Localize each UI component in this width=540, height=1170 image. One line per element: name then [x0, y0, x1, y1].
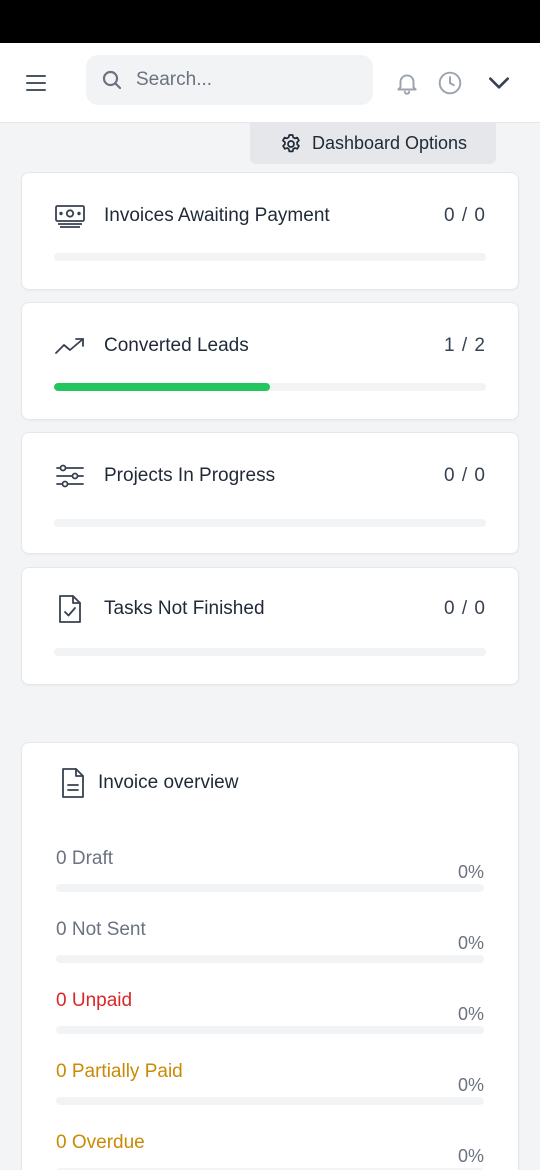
progress-bar	[54, 519, 486, 527]
dashboard-options-button[interactable]: Dashboard Options	[250, 123, 496, 164]
search-box[interactable]	[86, 55, 373, 105]
trending-up-icon	[55, 338, 84, 354]
stat-label: Invoices Awaiting Payment	[104, 205, 330, 226]
progress-bar	[54, 648, 486, 656]
gear-icon	[282, 133, 300, 152]
stat-card-tasks-not-finished[interactable]: Tasks Not Finished 0 / 0	[21, 567, 519, 685]
task-file-icon	[59, 595, 81, 623]
search-icon	[102, 70, 122, 90]
invoice-status-label: 0 Not Sent	[56, 919, 146, 940]
progress-bar	[56, 884, 484, 892]
stat-label: Tasks Not Finished	[104, 598, 265, 619]
chevron-down-icon[interactable]	[486, 70, 512, 96]
menu-icon[interactable]	[26, 69, 54, 97]
sliders-icon	[56, 464, 84, 488]
progress-bar	[54, 253, 486, 261]
invoice-status-not-sent[interactable]: 0 Not Sent 0%	[56, 919, 484, 979]
search-input[interactable]	[136, 69, 346, 91]
stat-value: 0 / 0	[444, 465, 486, 486]
progress-bar	[56, 1026, 484, 1034]
invoice-status-percent: 0%	[457, 1146, 484, 1166]
dashboard-options-label: Dashboard Options	[311, 133, 468, 153]
progress-bar-fill	[54, 383, 270, 391]
stat-value: 1 / 2	[444, 335, 486, 356]
invoice-status-unpaid[interactable]: 0 Unpaid 0%	[56, 990, 484, 1050]
stat-card-projects-in-progress[interactable]: Projects In Progress 0 / 0	[21, 432, 519, 554]
invoice-overview-card: Invoice overview 0 Draft 0% 0 Not Sent 0…	[21, 742, 519, 1170]
clock-icon[interactable]	[437, 70, 463, 96]
invoice-status-percent: 0%	[457, 1075, 484, 1095]
bell-icon[interactable]	[394, 70, 420, 96]
progress-bar	[54, 383, 486, 391]
invoice-status-label: 0 Draft	[56, 848, 114, 869]
invoice-status-percent: 0%	[457, 1004, 484, 1024]
invoice-overview-title: Invoice overview	[98, 772, 239, 793]
stat-value: 0 / 0	[444, 598, 486, 619]
money-icon	[55, 205, 85, 228]
status-bar	[0, 0, 540, 43]
stat-card-invoices-awaiting-payment[interactable]: Invoices Awaiting Payment 0 / 0	[21, 172, 519, 290]
document-icon	[62, 768, 84, 798]
progress-bar	[56, 955, 484, 963]
top-navigation-bar	[0, 43, 540, 123]
progress-bar	[56, 1097, 484, 1105]
invoice-status-partially-paid[interactable]: 0 Partially Paid 0%	[56, 1061, 484, 1121]
stat-label: Converted Leads	[104, 335, 249, 356]
stat-value: 0 / 0	[444, 205, 486, 226]
invoice-status-draft[interactable]: 0 Draft 0%	[56, 848, 484, 908]
invoice-status-label: 0 Unpaid	[56, 990, 133, 1011]
invoice-status-percent: 0%	[457, 862, 484, 882]
stat-label: Projects In Progress	[104, 465, 276, 486]
invoice-status-label: 0 Partially Paid	[56, 1061, 183, 1082]
invoice-status-overdue[interactable]: 0 Overdue 0%	[56, 1132, 484, 1170]
invoice-status-percent: 0%	[457, 933, 484, 953]
invoice-status-label: 0 Overdue	[56, 1132, 145, 1153]
stat-card-converted-leads[interactable]: Converted Leads 1 / 2	[21, 302, 519, 420]
